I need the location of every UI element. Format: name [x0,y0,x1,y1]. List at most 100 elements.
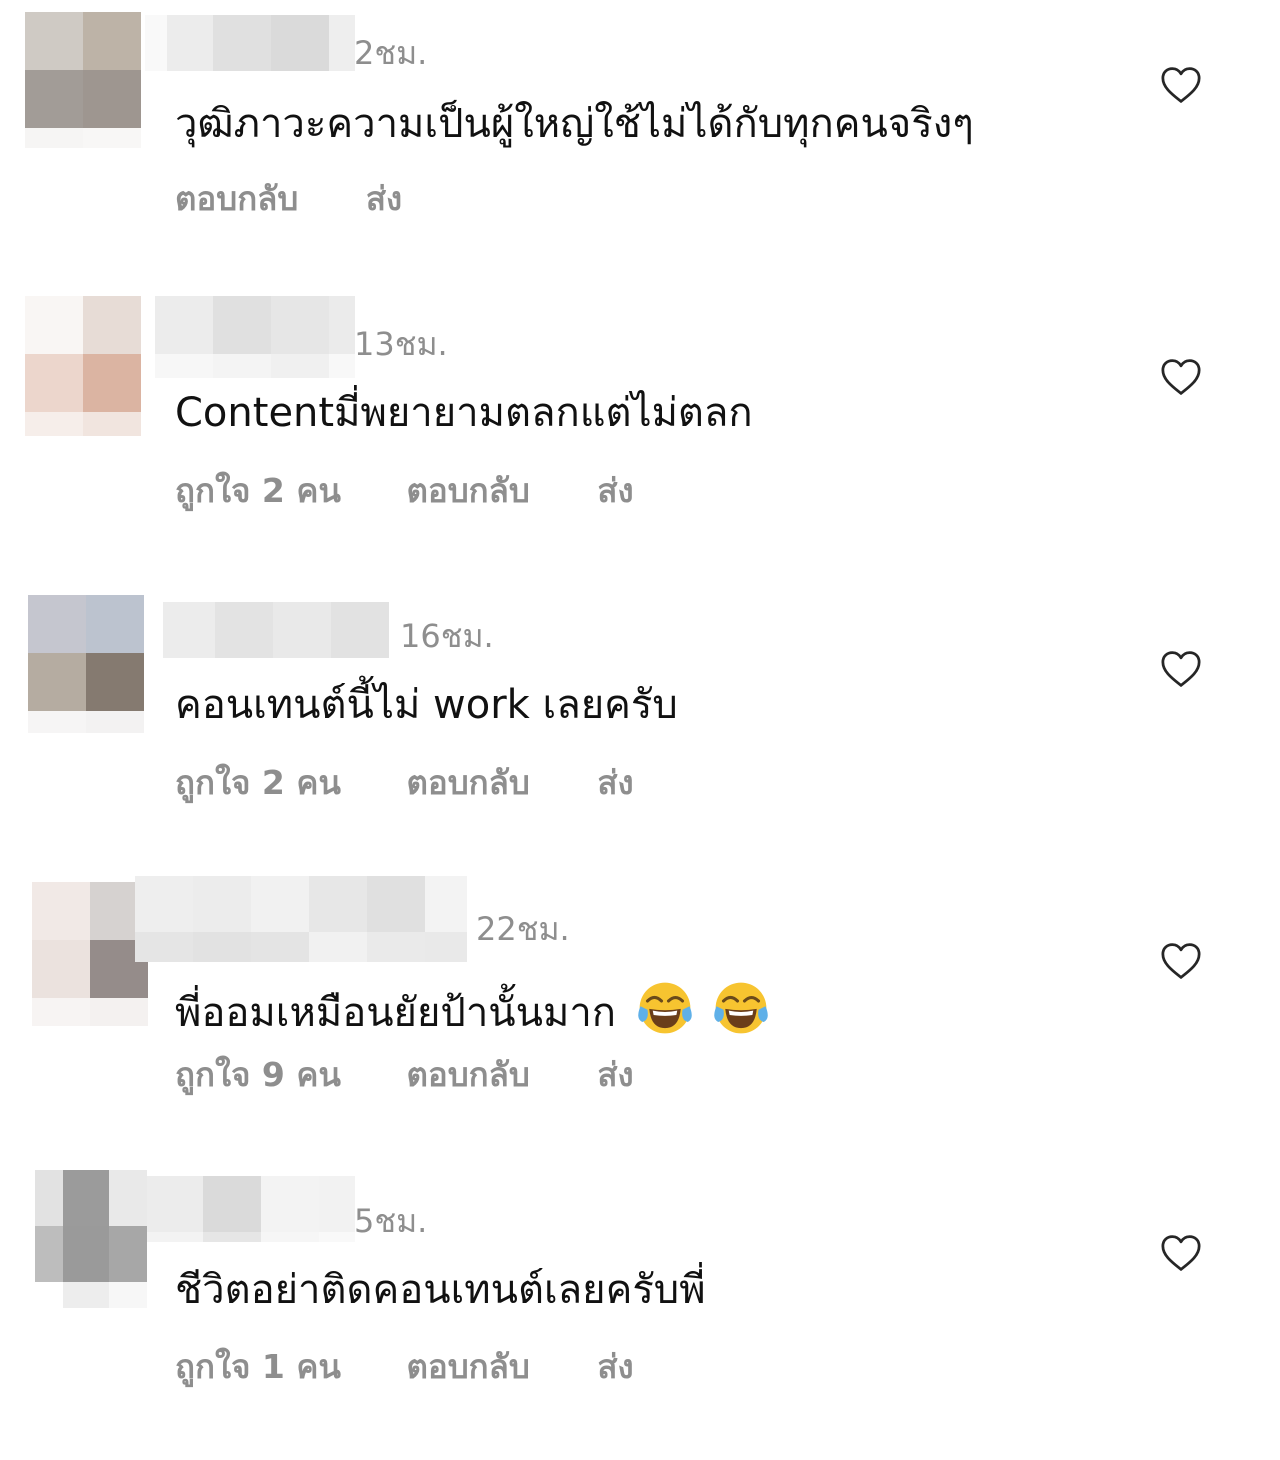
avatar-pixel [86,711,144,733]
username-pixel [331,602,389,658]
likes-count[interactable]: ถูกใจ 9 คน [175,1058,341,1091]
username-censored[interactable] [147,1176,355,1242]
send-button[interactable]: ส่ง [597,474,633,507]
comment-actions: ถูกใจ 1 คน ตอบกลับ ส่ง [175,1350,634,1383]
avatar-pixel [83,296,141,354]
reply-button[interactable]: ตอบกลับ [406,1058,529,1091]
comment-text: ชีวิตอย่าติดคอนเทนต์เลยครับพี่ [175,1267,706,1313]
comment-item: 22ชม. พี่ออมเหมือนยัยป้านั้นมาก ถูกใจ 9 … [0,876,1280,1168]
heart-icon[interactable] [1160,1234,1202,1272]
username-pixel [367,876,425,932]
username-pixel [425,932,467,962]
username-pixel [425,876,467,932]
avatar-pixel [109,1170,147,1226]
heart-icon[interactable] [1160,66,1202,104]
comment-text: คอนเทนต์นี้ไม่ work เลยครับ [175,682,678,728]
reply-button[interactable]: ตอบกลับ [406,474,529,507]
avatar-pixel [63,1282,109,1308]
heart-icon[interactable] [1160,650,1202,688]
username-pixel [215,602,273,658]
comment-item: 13ชม. Contentมี่พยายามตลกแต่ไม่ตลก ถูกใจ… [0,292,1280,584]
comment-actions: ถูกใจ 2 คน ตอบกลับ ส่ง [175,766,634,799]
avatar-pixel [83,12,141,70]
username-pixel [367,932,425,962]
username-pixel [155,354,213,378]
comment-actions: ถูกใจ 2 คน ตอบกลับ ส่ง [175,474,634,507]
comment-time: 13ชม. [354,325,448,363]
username-pixel [271,354,329,378]
username-pixel [309,876,367,932]
username-pixel [193,932,251,962]
avatar-pixel [63,1226,109,1282]
username-pixel [329,296,355,354]
likes-count[interactable]: ถูกใจ 1 คน [175,1350,341,1383]
username-pixel [193,876,251,932]
comment-text: Contentมี่พยายามตลกแต่ไม่ตลก [175,390,753,436]
username-pixel [273,602,331,658]
comment-time: 22ชม. [476,910,570,948]
likes-count[interactable]: ถูกใจ 2 คน [175,474,341,507]
username-pixel [203,1176,261,1232]
reply-button[interactable]: ตอบกลับ [175,182,298,215]
avatar-pixel [35,1170,63,1226]
avatar[interactable] [32,882,148,1026]
face-with-tears-of-joy-icon [637,982,692,1034]
username-pixel [319,1176,355,1232]
comment-item: 2ชม. วุฒิภาวะความเป็นผู้ใหญ่ใช้ไม่ได้กับ… [0,0,1280,292]
avatar[interactable] [25,296,141,436]
comment-text: วุฒิภาวะความเป็นผู้ใหญ่ใช้ไม่ได้กับทุกคน… [175,101,974,147]
avatar-pixel [32,998,90,1026]
username-pixel [213,354,271,378]
avatar-pixel [28,653,86,711]
username-pixel [167,15,213,71]
send-button[interactable]: ส่ง [597,1058,633,1091]
username-pixel [329,354,355,378]
avatar-pixel [25,12,83,70]
send-button[interactable]: ส่ง [597,766,633,799]
username-censored[interactable] [155,296,355,378]
comment-text: พี่ออมเหมือนยัยป้านั้นมาก [175,980,769,1036]
username-pixel [163,602,215,658]
avatar-pixel [32,882,90,940]
heart-icon[interactable] [1160,358,1202,396]
avatar-pixel [86,653,144,711]
likes-count[interactable]: ถูกใจ 2 คน [175,766,341,799]
reply-button[interactable]: ตอบกลับ [406,1350,529,1383]
avatar-pixel [109,1226,147,1282]
comment-actions: ตอบกลับ ส่ง [175,182,402,215]
username-pixel [147,1176,203,1232]
avatar[interactable] [25,12,141,148]
username-pixel [271,15,329,71]
comment-time: 5ชม. [354,1202,428,1240]
username-pixel [145,15,167,71]
username-pixel [147,1232,203,1242]
face-with-tears-of-joy-icon [714,982,769,1034]
avatar[interactable] [28,595,144,733]
username-censored[interactable] [145,15,355,71]
username-censored[interactable] [135,876,467,962]
avatar-pixel [28,595,86,653]
username-pixel [309,932,367,962]
username-pixel [329,15,355,71]
avatar-pixel [86,595,144,653]
send-button[interactable]: ส่ง [597,1350,633,1383]
comment-actions: ถูกใจ 9 คน ตอบกลับ ส่ง [175,1058,634,1091]
avatar[interactable] [35,1170,147,1308]
avatar-pixel [83,128,141,148]
comment-item: 16ชม. คอนเทนต์นี้ไม่ work เลยครับ ถูกใจ … [0,584,1280,876]
avatar-pixel [109,1282,147,1308]
avatar-pixel [25,296,83,354]
avatar-pixel [35,1282,63,1308]
username-pixel [261,1232,319,1242]
heart-icon[interactable] [1160,942,1202,980]
username-pixel [213,296,271,354]
avatar-pixel [25,412,83,436]
username-pixel [135,932,193,962]
comment-text-content: พี่ออมเหมือนยัยป้านั้นมาก [175,990,617,1036]
username-pixel [271,296,329,354]
username-censored[interactable] [163,602,389,658]
avatar-pixel [83,412,141,436]
send-button[interactable]: ส่ง [366,182,402,215]
reply-button[interactable]: ตอบกลับ [406,766,529,799]
username-pixel [135,876,193,932]
